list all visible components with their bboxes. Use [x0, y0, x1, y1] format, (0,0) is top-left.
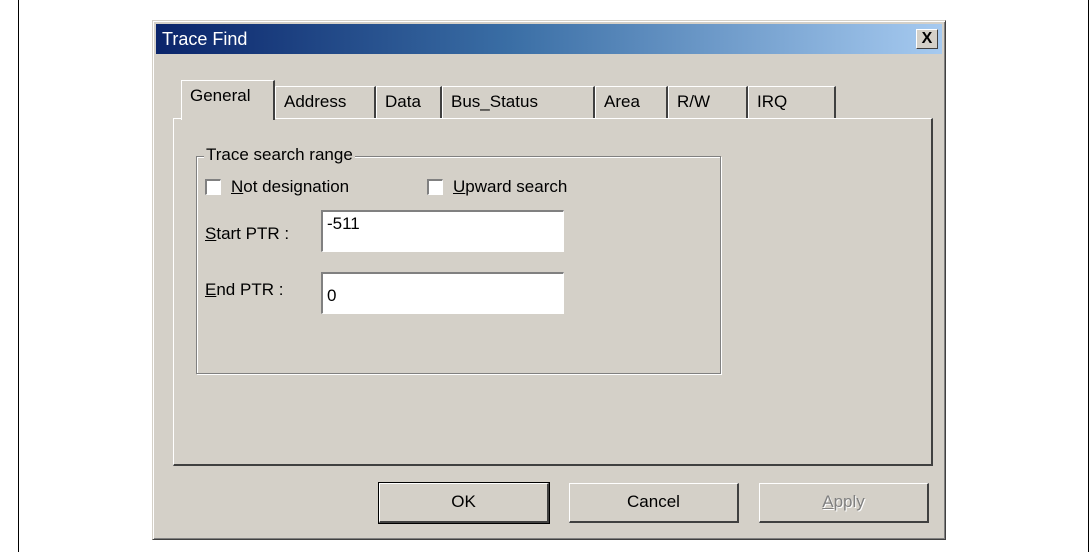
end-ptr-label: End PTR :	[205, 280, 284, 299]
trace-search-range-group: Trace search range Not designation Upwar…	[196, 145, 721, 374]
not-designation-box[interactable]	[205, 179, 221, 195]
cancel-button[interactable]: Cancel	[569, 483, 739, 523]
start-ptr-label: Start PTR :	[205, 224, 290, 243]
tab-area[interactable]: Area	[595, 86, 668, 118]
end-ptr-input[interactable]: 0	[321, 272, 564, 314]
ok-button[interactable]: OK	[378, 482, 550, 524]
not-designation-label: Not designation	[231, 177, 350, 196]
trace-find-dialog: Trace Find X General Address Data Bus_St…	[152, 20, 946, 540]
tab-irq[interactable]: IRQ	[748, 86, 836, 118]
start-ptr-input[interactable]: -511	[321, 210, 564, 252]
group-title: Trace search range	[204, 145, 355, 165]
upward-search-checkbox[interactable]: Upward search	[427, 177, 567, 197]
general-tab-panel: Trace search range Not designation Upwar…	[173, 118, 933, 466]
close-button[interactable]: X	[916, 29, 938, 49]
not-designation-checkbox[interactable]: Not designation	[205, 177, 349, 197]
apply-button[interactable]: Apply	[759, 483, 929, 523]
upward-search-label: Upward search	[453, 177, 568, 196]
title-bar[interactable]: Trace Find X	[156, 24, 942, 54]
tab-data[interactable]: Data	[376, 86, 442, 118]
tab-general[interactable]: General	[181, 80, 275, 120]
tab-rw[interactable]: R/W	[668, 86, 748, 118]
window-title: Trace Find	[162, 29, 248, 49]
tab-bus-status[interactable]: Bus_Status	[442, 86, 595, 118]
upward-search-box[interactable]	[427, 179, 443, 195]
tab-address[interactable]: Address	[275, 86, 376, 118]
close-icon: X	[921, 30, 933, 47]
